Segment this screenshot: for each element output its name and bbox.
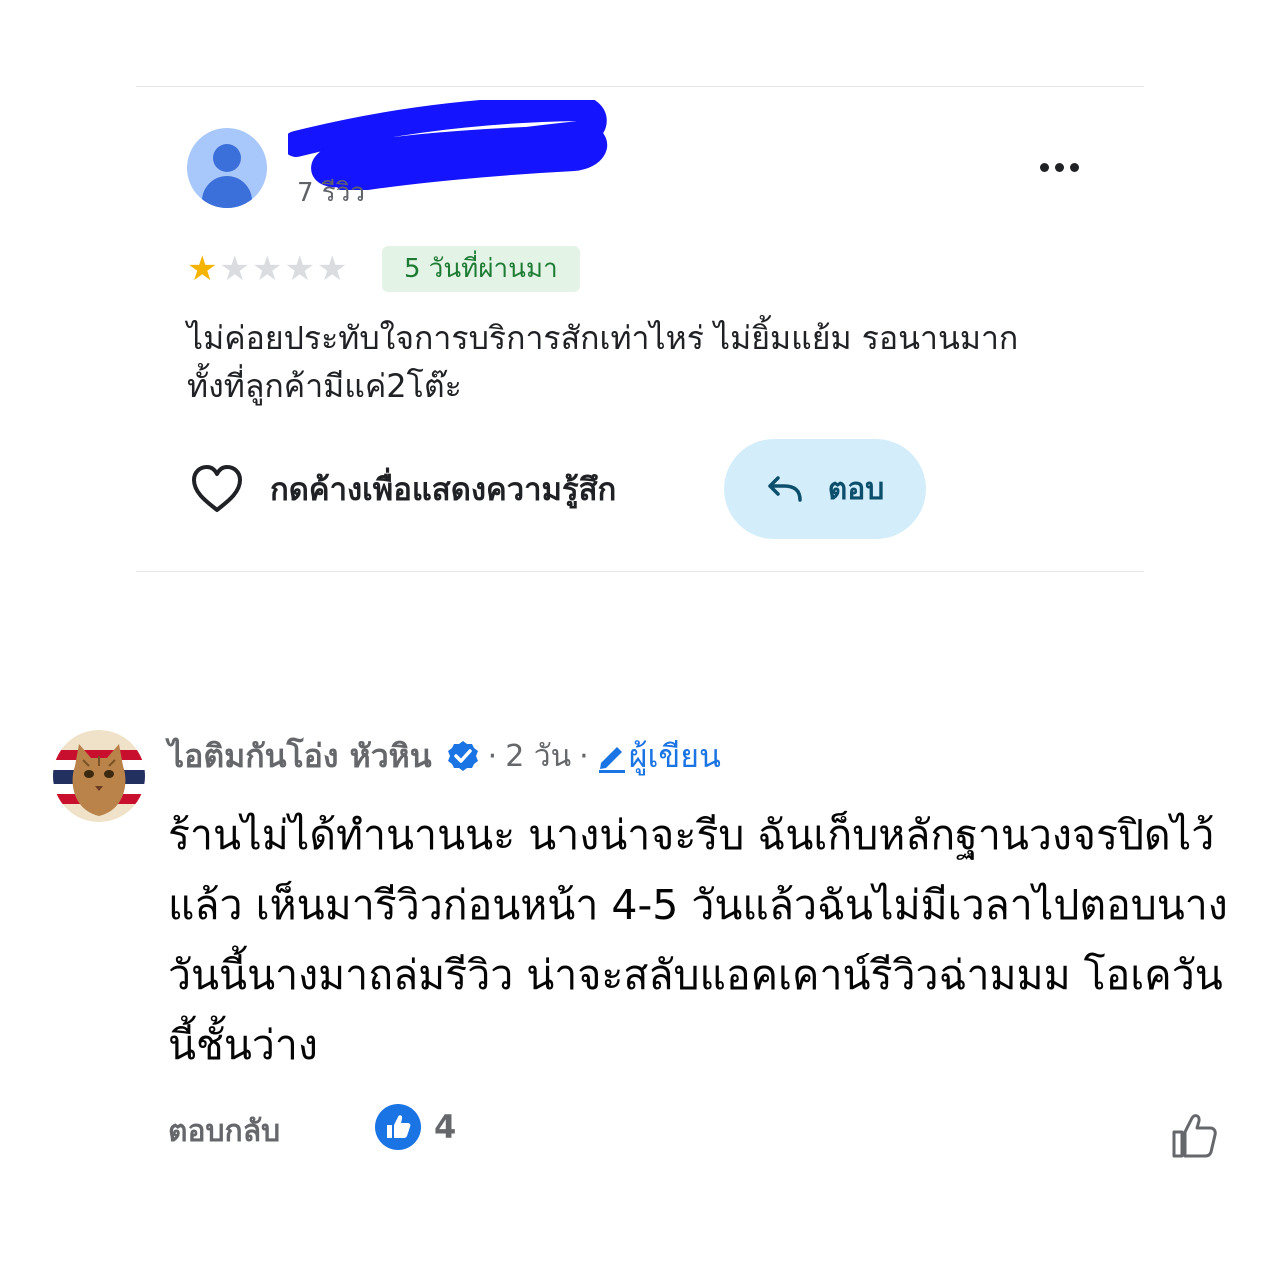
person-icon-body [202,176,252,208]
review-time-badge: 5 วันที่ผ่านมา [382,246,580,292]
comment-author[interactable]: ไอติมกันโอ่ง หัวหิน [168,731,432,782]
star-rating: ★ ★ ★ ★ ★ [187,252,347,286]
pencil-icon [598,747,625,773]
author-badge: ผู้เขียน [595,731,721,782]
star-empty-icon: ★ [219,249,250,289]
review-text: ไม่ค่อยประทับใจการบริการสักเท่าไหร่ ไม่ย… [187,314,1107,410]
bottom-divider [136,571,1144,572]
person-icon-head [213,144,241,172]
author-badge-label: ผู้เขียน [628,736,721,775]
verified-badge-icon [447,741,478,771]
review-text-line: ทั้งที่ลูกค้ามีแค่2โต๊ะ [187,367,462,405]
reply-button[interactable]: ตอบ [724,439,926,539]
comment-reply-link[interactable]: ตอบกลับ [168,1108,280,1155]
star-empty-icon: ★ [251,249,283,289]
meta-separator: · [487,738,498,774]
meta-separator: · [579,738,589,774]
review-text-line: ไม่ค่อยประทับใจการบริการสักเท่าไหร่ ไม่ย… [187,319,1019,357]
commenter-avatar[interactable] [53,730,145,822]
reply-label: ตอบ [827,471,885,507]
dot [1055,162,1064,172]
reviewer-avatar[interactable] [187,128,267,208]
star-empty-icon: ★ [316,249,348,289]
star-filled-icon: ★ [187,249,218,289]
dot [1040,162,1049,172]
like-reaction-icon [375,1104,421,1150]
comment-header: ไอติมกันโอ่ง หัวหิน · 2 วัน · ผู้เขียน [168,733,721,779]
reviewer-review-count[interactable]: 7 รีวิว [297,172,365,213]
top-divider [136,86,1144,87]
like-button-icon[interactable] [1170,1110,1220,1160]
like-count: 4 [434,1108,457,1146]
more-options-icon[interactable] [1040,152,1090,182]
react-label: กดค้างเพื่อแสดงความรู้สึก [270,472,617,508]
star-empty-icon: ★ [284,249,315,289]
react-button[interactable]: กดค้างเพื่อแสดงความรู้สึก [190,464,616,514]
dot [1070,162,1079,172]
comment-time[interactable]: 2 วัน [505,733,571,780]
like-reactions[interactable]: 4 [374,1103,456,1151]
reply-arrow-icon [767,476,802,502]
heart-icon [192,465,242,512]
comment-text: ร้านไม่ได้ทำนานนะ นางน่าจะรีบ ฉันเก็บหลั… [168,811,1228,1069]
